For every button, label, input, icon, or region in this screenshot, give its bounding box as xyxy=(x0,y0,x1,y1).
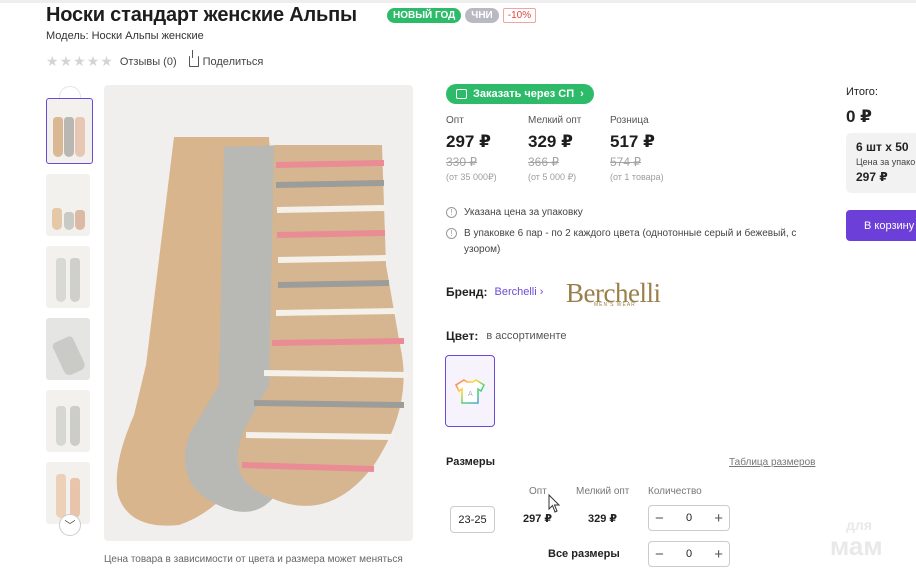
info-note: ! В упаковке 6 пар - по 2 каждого цвета … xyxy=(446,226,806,258)
share-icon xyxy=(188,50,199,67)
total-value: 0 ₽ xyxy=(846,107,873,126)
svg-text:A: A xyxy=(468,391,473,398)
star-icon: ★ xyxy=(73,53,86,69)
quantity-value[interactable]: 0 xyxy=(686,512,692,524)
price-retail: Розница 517 ₽ 574 ₽ (от 1 товара) xyxy=(610,115,692,183)
brand-label: Бренд: xyxy=(446,285,488,299)
color-label: Цвет: xyxy=(446,329,479,343)
discount-badge: -10% xyxy=(502,8,537,23)
star-icon: ★ xyxy=(59,53,73,69)
info-icon: ! xyxy=(446,228,457,239)
new-year-badge: НОВЫЙ ГОД xyxy=(387,8,462,23)
rating-stars: ★★★★★ xyxy=(46,53,114,70)
thumbnail[interactable] xyxy=(46,98,93,164)
tshirt-icon: A xyxy=(455,379,485,404)
socks-illustration xyxy=(116,137,409,526)
star-icon: ★ xyxy=(46,53,59,69)
minus-icon[interactable]: − xyxy=(655,510,664,527)
page-title: Носки стандарт женские Альпы xyxy=(46,4,357,26)
rating-row: ★★★★★ Отзывы (0) Поделиться xyxy=(46,50,264,70)
price-label: Розница xyxy=(610,115,649,126)
order-sp-button[interactable]: Заказать через СП › xyxy=(446,84,594,104)
quantity-stepper: − 0 + xyxy=(648,505,730,531)
product-main-image[interactable] xyxy=(104,85,413,541)
price-small-opt: Мелкий опт 329 ₽ 366 ₽ (от 5 000 ₽) xyxy=(528,115,610,183)
info-note: ! Указана цена за упаковку xyxy=(446,205,583,221)
pack-summary: 6 шт х 50 Цена за упако 297 ₽ xyxy=(846,133,916,193)
thumbnail[interactable] xyxy=(46,318,90,380)
pack-price: 297 ₽ xyxy=(856,170,888,184)
size-small-opt-price: 329 ₽ xyxy=(588,513,618,525)
price-label: Мелкий опт xyxy=(528,115,582,126)
total-label: Итого: xyxy=(846,86,878,98)
price-note: (от 5 000 ₽) xyxy=(528,172,577,182)
model-text: Модель: Носки Альпы женские xyxy=(46,30,204,42)
price-old: 366 ₽ xyxy=(528,155,559,169)
sizes-title: Размеры xyxy=(446,456,496,468)
info-text: Указана цена за упаковку xyxy=(464,207,583,218)
price-opt: Опт 297 ₽ 330 ₽ (от 35 000₽) xyxy=(446,115,528,183)
size-option-23-25[interactable]: 23-25 xyxy=(450,506,495,533)
thumbnail[interactable] xyxy=(46,390,90,452)
price-old: 574 ₽ xyxy=(610,155,641,169)
info-icon: ! xyxy=(446,207,457,218)
share-button[interactable]: Поделиться xyxy=(188,50,264,68)
thumbnail[interactable] xyxy=(46,246,90,308)
info-text: В упаковке 6 пар - по 2 каждого цвета (о… xyxy=(464,228,797,255)
order-sp-label: Заказать через СП xyxy=(473,88,575,100)
brand-logo-subtitle: MEN'S WEAR xyxy=(594,302,636,308)
thumbs-down-arrow-icon[interactable]: ﹀ xyxy=(59,514,81,536)
all-sizes-label: Все размеры xyxy=(548,548,620,560)
star-icon: ★ xyxy=(100,53,113,69)
price-label: Опт xyxy=(446,115,464,126)
pack-title: 6 шт х 50 xyxy=(856,140,909,154)
brand-row: Бренд: Berchelli › xyxy=(446,285,543,299)
share-label: Поделиться xyxy=(202,55,264,68)
thumbnail-list xyxy=(46,98,94,534)
price-note-caption: Цена товара в зависимости от цвета и раз… xyxy=(104,554,403,565)
price-note: (от 1 товара) xyxy=(610,172,664,182)
price-value: 517 ₽ xyxy=(610,132,655,151)
price-value: 329 ₽ xyxy=(528,132,573,151)
chevron-right-icon: › xyxy=(580,88,584,100)
color-value: в ассортименте xyxy=(486,330,567,342)
watermark-logo: для мам xyxy=(830,517,883,561)
add-to-cart-button[interactable]: В корзину xyxy=(846,210,916,241)
header-opt: Опт xyxy=(529,486,547,497)
price-value: 297 ₽ xyxy=(446,132,491,151)
mouse-cursor-icon xyxy=(548,494,561,513)
plus-icon[interactable]: + xyxy=(714,510,723,527)
brand-link[interactable]: Berchelli › xyxy=(495,286,544,298)
size-table-link[interactable]: Таблица размеров xyxy=(729,457,815,468)
plus-icon[interactable]: + xyxy=(714,546,723,563)
price-old: 330 ₽ xyxy=(446,155,477,169)
star-icon: ★ xyxy=(86,53,100,69)
minus-icon[interactable]: − xyxy=(655,546,664,563)
reviews-link[interactable]: Отзывы (0) xyxy=(120,56,177,68)
color-row: Цвет: в ассортименте xyxy=(446,329,566,343)
top-divider xyxy=(0,0,916,3)
badge-group: НОВЫЙ ГОД ЧНИ -10% xyxy=(387,8,537,23)
price-columns: Опт 297 ₽ 330 ₽ (от 35 000₽) Мелкий опт … xyxy=(446,115,692,183)
chni-badge: ЧНИ xyxy=(465,8,499,23)
thumbnail[interactable] xyxy=(46,174,90,236)
pack-subtitle: Цена за упако xyxy=(856,157,916,167)
header-small-opt: Мелкий опт xyxy=(576,486,630,497)
bag-icon xyxy=(456,89,467,99)
header-quantity: Количество xyxy=(648,486,702,497)
color-swatch-assorted[interactable]: A xyxy=(445,355,495,427)
price-note: (от 35 000₽) xyxy=(446,172,497,182)
all-sizes-stepper: − 0 + xyxy=(648,541,730,567)
quantity-value[interactable]: 0 xyxy=(686,548,692,560)
